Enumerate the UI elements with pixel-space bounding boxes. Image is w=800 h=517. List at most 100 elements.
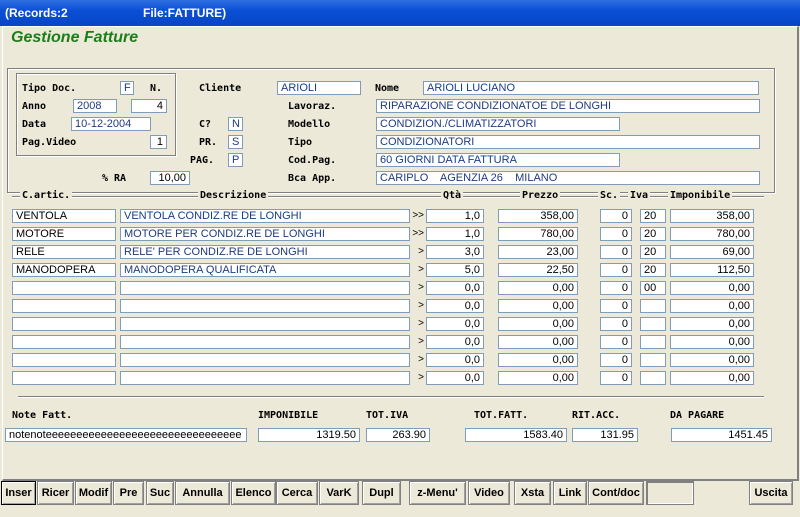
pr-field[interactable]: S bbox=[228, 135, 243, 149]
row-sc-field[interactable]: 0 bbox=[600, 263, 632, 277]
modello-field[interactable]: CONDIZION./CLIMATIZZATORI bbox=[376, 117, 620, 131]
row-imponibile-field[interactable]: 0,00 bbox=[670, 317, 754, 331]
vark-button[interactable]: VarK bbox=[319, 481, 359, 505]
row-code-field[interactable]: RELE bbox=[12, 245, 116, 259]
ra-field[interactable]: 10,00 bbox=[150, 171, 190, 185]
row-imponibile-field[interactable]: 0,00 bbox=[670, 335, 754, 349]
bca-field[interactable]: CARIPLO AGENZIA 26 MILANO bbox=[376, 171, 760, 185]
row-iva-field[interactable] bbox=[640, 299, 666, 313]
row-qta-field[interactable]: 1,0 bbox=[426, 209, 484, 223]
row-arrow-icon[interactable]: >> bbox=[410, 210, 424, 221]
annulla-button[interactable]: Annulla bbox=[175, 481, 230, 505]
row-iva-field[interactable]: 00 bbox=[640, 281, 666, 295]
row-imponibile-field[interactable]: 0,00 bbox=[670, 371, 754, 385]
row-arrow-icon[interactable]: >> bbox=[410, 228, 424, 239]
xsta-button[interactable]: Xsta bbox=[514, 481, 551, 505]
row-qta-field[interactable]: 0,0 bbox=[426, 317, 484, 331]
row-code-field[interactable] bbox=[12, 299, 116, 313]
row-imponibile-field[interactable]: 0,00 bbox=[670, 299, 754, 313]
row-desc-field[interactable] bbox=[120, 299, 410, 313]
row-code-field[interactable] bbox=[12, 335, 116, 349]
row-code-field[interactable]: VENTOLA bbox=[12, 209, 116, 223]
row-qta-field[interactable]: 3,0 bbox=[426, 245, 484, 259]
row-code-field[interactable]: MANODOPERA bbox=[12, 263, 116, 277]
row-imponibile-field[interactable]: 112,50 bbox=[670, 263, 754, 277]
row-iva-field[interactable] bbox=[640, 317, 666, 331]
row-sc-field[interactable]: 0 bbox=[600, 227, 632, 241]
row-arrow-icon[interactable]: > bbox=[410, 282, 424, 293]
row-qta-field[interactable]: 0,0 bbox=[426, 281, 484, 295]
row-prezzo-field[interactable]: 0,00 bbox=[498, 299, 578, 313]
note-field[interactable]: notenoteeeeeeeeeeeeeeeeeeeeeeeeeeeeeeee bbox=[5, 428, 247, 442]
row-qta-field[interactable]: 5,0 bbox=[426, 263, 484, 277]
row-iva-field[interactable]: 20 bbox=[640, 245, 666, 259]
row-iva-field[interactable]: 20 bbox=[640, 227, 666, 241]
row-qta-field[interactable]: 0,0 bbox=[426, 371, 484, 385]
row-sc-field[interactable]: 0 bbox=[600, 317, 632, 331]
codpag-field[interactable]: 60 GIORNI DATA FATTURA bbox=[376, 153, 620, 167]
link-button[interactable]: Link bbox=[553, 481, 587, 505]
tipo-field[interactable]: CONDIZIONATORI bbox=[376, 135, 760, 149]
lavoraz-field[interactable]: RIPARAZIONE CONDIZIONATOE DE LONGHI bbox=[376, 99, 760, 113]
row-arrow-icon[interactable]: > bbox=[410, 354, 424, 365]
uscita-button[interactable]: Uscita bbox=[749, 481, 793, 505]
video-button[interactable]: Video bbox=[468, 481, 510, 505]
row-desc-field[interactable]: MOTORE PER CONDIZ.RE DE LONGHI bbox=[120, 227, 410, 241]
pag-field[interactable]: P bbox=[228, 153, 243, 167]
row-arrow-icon[interactable]: > bbox=[410, 264, 424, 275]
c-field[interactable]: N bbox=[228, 117, 243, 131]
cerca-button[interactable]: Cerca bbox=[276, 481, 318, 505]
row-sc-field[interactable]: 0 bbox=[600, 335, 632, 349]
row-iva-field[interactable]: 20 bbox=[640, 263, 666, 277]
row-desc-field[interactable]: VENTOLA CONDIZ.RE DE LONGHI bbox=[120, 209, 410, 223]
row-imponibile-field[interactable]: 0,00 bbox=[670, 353, 754, 367]
pre-button[interactable]: Pre bbox=[113, 481, 144, 505]
blank-button[interactable] bbox=[646, 481, 694, 505]
row-iva-field[interactable] bbox=[640, 353, 666, 367]
row-arrow-icon[interactable]: > bbox=[410, 318, 424, 329]
row-code-field[interactable] bbox=[12, 317, 116, 331]
row-arrow-icon[interactable]: > bbox=[410, 246, 424, 257]
row-sc-field[interactable]: 0 bbox=[600, 299, 632, 313]
row-sc-field[interactable]: 0 bbox=[600, 209, 632, 223]
nome-field[interactable]: ARIOLI LUCIANO bbox=[423, 81, 759, 95]
elenco-button[interactable]: Elenco bbox=[231, 481, 276, 505]
row-arrow-icon[interactable]: > bbox=[410, 372, 424, 383]
row-imponibile-field[interactable]: 358,00 bbox=[670, 209, 754, 223]
suc-button[interactable]: Suc bbox=[146, 481, 174, 505]
row-desc-field[interactable] bbox=[120, 317, 410, 331]
row-imponibile-field[interactable]: 0,00 bbox=[670, 281, 754, 295]
row-qta-field[interactable]: 0,0 bbox=[426, 353, 484, 367]
row-sc-field[interactable]: 0 bbox=[600, 353, 632, 367]
row-imponibile-field[interactable]: 69,00 bbox=[670, 245, 754, 259]
row-code-field[interactable]: MOTORE bbox=[12, 227, 116, 241]
row-prezzo-field[interactable]: 358,00 bbox=[498, 209, 578, 223]
row-sc-field[interactable]: 0 bbox=[600, 371, 632, 385]
ricer-button[interactable]: Ricer bbox=[37, 481, 74, 505]
row-sc-field[interactable]: 0 bbox=[600, 281, 632, 295]
row-code-field[interactable] bbox=[12, 281, 116, 295]
row-desc-field[interactable] bbox=[120, 353, 410, 367]
row-qta-field[interactable]: 0,0 bbox=[426, 335, 484, 349]
row-desc-field[interactable] bbox=[120, 281, 410, 295]
row-qta-field[interactable]: 0,0 bbox=[426, 299, 484, 313]
dupl-button[interactable]: Dupl bbox=[362, 481, 401, 505]
n-field[interactable]: 4 bbox=[131, 99, 167, 113]
z-menu-button[interactable]: z-Menu' bbox=[409, 481, 466, 505]
inser-button[interactable]: Inser bbox=[1, 481, 36, 505]
row-iva-field[interactable] bbox=[640, 371, 666, 385]
row-desc-field[interactable]: RELE' PER CONDIZ.RE DE LONGHI bbox=[120, 245, 410, 259]
row-iva-field[interactable]: 20 bbox=[640, 209, 666, 223]
row-iva-field[interactable] bbox=[640, 335, 666, 349]
row-prezzo-field[interactable]: 0,00 bbox=[498, 281, 578, 295]
row-code-field[interactable] bbox=[12, 353, 116, 367]
row-prezzo-field[interactable]: 780,00 bbox=[498, 227, 578, 241]
row-desc-field[interactable]: MANODOPERA QUALIFICATA bbox=[120, 263, 410, 277]
row-desc-field[interactable] bbox=[120, 335, 410, 349]
row-prezzo-field[interactable]: 0,00 bbox=[498, 317, 578, 331]
row-imponibile-field[interactable]: 780,00 bbox=[670, 227, 754, 241]
row-sc-field[interactable]: 0 bbox=[600, 245, 632, 259]
pag-video-field[interactable]: 1 bbox=[150, 135, 167, 149]
tipo-doc-field[interactable]: F bbox=[120, 81, 134, 95]
anno-field[interactable]: 2008 bbox=[73, 99, 117, 113]
